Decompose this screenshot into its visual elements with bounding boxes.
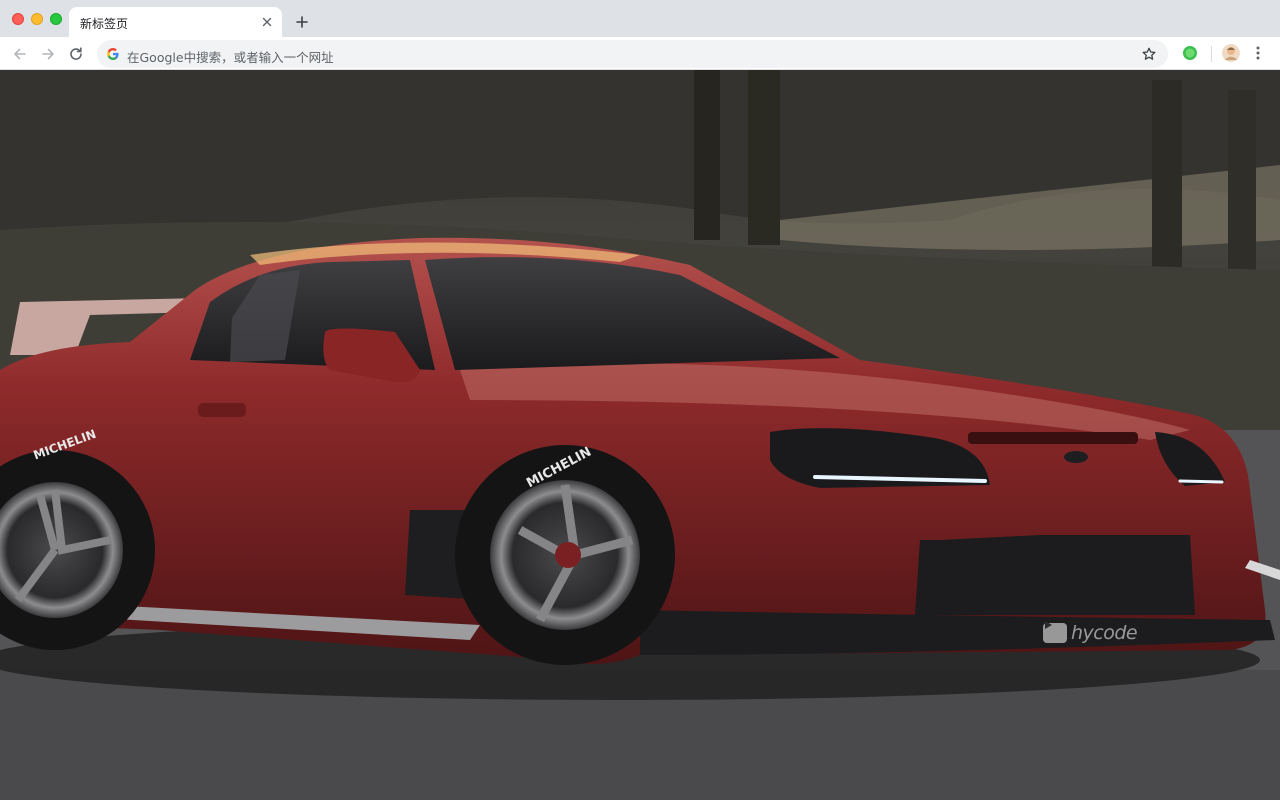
maximize-window-button[interactable] [50,13,62,25]
minimize-window-button[interactable] [31,13,43,25]
address-bar[interactable]: 在Google中搜索，或者输入一个网址 [97,40,1168,68]
google-g-icon [107,47,119,60]
new-tab-wallpaper: MICHELIN MICHELIN hycode [0,70,1280,800]
car-wallpaper-image: MICHELIN MICHELIN [0,70,1280,800]
watermark: hycode [1043,620,1138,646]
play-logo-icon [1043,621,1067,643]
star-icon[interactable] [1140,45,1158,63]
tab-new-tab[interactable]: 新标签页 [69,7,282,37]
back-arrow-icon[interactable] [9,43,31,65]
forward-arrow-icon[interactable] [37,43,59,65]
tab-strip: 新标签页 [0,0,1280,37]
search-input[interactable]: 在Google中搜索，或者输入一个网址 [127,47,334,66]
vertical-dots-menu-icon[interactable] [1250,44,1266,62]
green-circle-extension-icon[interactable] [1182,45,1198,61]
reload-icon[interactable] [65,43,87,65]
tab-title: 新标签页 [80,17,129,31]
close-window-button[interactable] [12,13,24,25]
toolbar-divider [1211,46,1212,62]
plus-icon[interactable] [292,12,312,32]
toolbar: 在Google中搜索，或者输入一个网址 [0,37,1280,70]
profile-avatar-icon[interactable] [1222,44,1240,62]
close-icon[interactable] [259,14,275,30]
watermark-text: hycode [1071,622,1138,644]
